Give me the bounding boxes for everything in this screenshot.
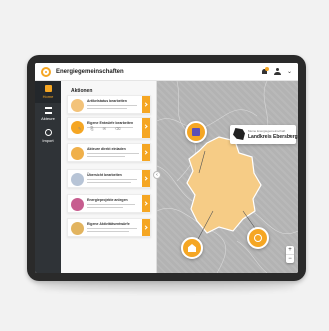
card-arrow-button[interactable]	[142, 96, 150, 113]
region-shape-icon	[233, 128, 245, 140]
region-subtitle: Meine Energiegemeinschaft	[248, 129, 286, 133]
collapse-panel-button[interactable]: ‹	[153, 171, 161, 179]
map-svg	[157, 81, 298, 273]
card-title: Eigene Aktivitätsentwürfe	[87, 222, 130, 226]
notification-bell-icon[interactable]	[261, 67, 269, 75]
action-card[interactable]: Akteure direkt einladen	[67, 143, 151, 162]
card-thumbnail-icon	[71, 222, 84, 235]
edit-icon[interactable]: ✎	[78, 126, 81, 131]
panel-title: Aktionen	[71, 88, 93, 94]
tablet-frame: Energiegemeinschaften ⌄ Home Akteure Imp…	[27, 55, 306, 281]
card-arrow-button[interactable]	[142, 195, 150, 212]
action-card[interactable]: Eigene Aktivitätsentwürfe	[67, 218, 151, 237]
wind-turbine-icon	[254, 234, 262, 242]
region-selector[interactable]: Meine Energiegemeinschaft Landkreis Eber…	[230, 125, 298, 144]
card-thumbnail-icon	[71, 173, 84, 186]
sidebar-item-import[interactable]: Import	[35, 125, 61, 147]
card-title: Eigene Entwürfe bearbeiten	[87, 121, 134, 125]
card-title: Energieprojekte anlegen	[87, 198, 128, 202]
delete-icon[interactable]: ⌫	[115, 126, 121, 131]
solar-panel-icon	[192, 128, 200, 136]
card-arrow-button[interactable]	[142, 170, 150, 187]
zoom-in-button[interactable]: +	[286, 246, 294, 254]
zoom-control: + −	[286, 246, 294, 263]
district-ebersberg-shape[interactable]	[186, 136, 262, 234]
sidebar-item-label: Home	[42, 94, 54, 99]
tablet-shadow	[36, 281, 296, 291]
copy-icon[interactable]: ⎘	[90, 126, 93, 131]
action-card[interactable]: Artikelstatus bearbeiten	[67, 95, 151, 114]
card-arrow-button[interactable]	[142, 118, 150, 138]
chevron-down-icon[interactable]: ⌄	[288, 132, 292, 138]
map-view[interactable]: Meine Energiegemeinschaft Landkreis Eber…	[157, 81, 298, 273]
top-bar: Energiegemeinschaften ⌄	[35, 63, 298, 81]
card-action-row: ✎ ⎘ ✉ ⌫	[78, 126, 121, 131]
zoom-out-button[interactable]: −	[286, 254, 294, 262]
sidebar-nav: Home Akteure Import	[35, 81, 61, 273]
card-arrow-button[interactable]	[142, 219, 150, 236]
stage: Energiegemeinschaften ⌄ Home Akteure Imp…	[0, 0, 329, 331]
sidebar-item-home[interactable]: Home	[35, 81, 61, 103]
layers-icon	[44, 107, 52, 114]
card-thumbnail-icon	[71, 147, 84, 160]
building-icon	[188, 244, 196, 252]
card-thumbnail-icon	[71, 198, 84, 211]
card-title: Übersicht bearbeiten	[87, 173, 122, 177]
mail-icon[interactable]: ✉	[103, 126, 106, 131]
card-arrow-button[interactable]	[142, 144, 150, 161]
header-actions: ⌄	[261, 67, 292, 75]
action-card[interactable]: Übersicht bearbeiten	[67, 169, 151, 188]
app-logo-icon	[41, 66, 51, 77]
app-title: Energiegemeinschaften	[56, 68, 124, 75]
home-icon	[44, 85, 52, 92]
app-screen: Energiegemeinschaften ⌄ Home Akteure Imp…	[35, 63, 298, 273]
map-marker-building[interactable]	[181, 237, 203, 259]
chevron-down-icon[interactable]: ⌄	[287, 68, 292, 75]
map-marker-solar[interactable]	[185, 121, 207, 143]
sidebar-item-label: Akteure	[41, 116, 55, 121]
action-card[interactable]: Energieprojekte anlegen	[67, 194, 151, 213]
sidebar-item-akteure[interactable]: Akteure	[35, 103, 61, 125]
actions-panel: Aktionen Artikelstatus bearbeiten Eigene…	[61, 81, 157, 273]
card-title: Akteure direkt einladen	[87, 147, 126, 151]
sidebar-item-label: Import	[42, 138, 54, 143]
card-thumbnail-icon	[71, 99, 84, 112]
user-icon[interactable]	[273, 68, 281, 75]
card-title: Artikelstatus bearbeiten	[87, 99, 127, 103]
globe-icon	[44, 129, 52, 136]
map-marker-wind[interactable]	[247, 227, 269, 249]
